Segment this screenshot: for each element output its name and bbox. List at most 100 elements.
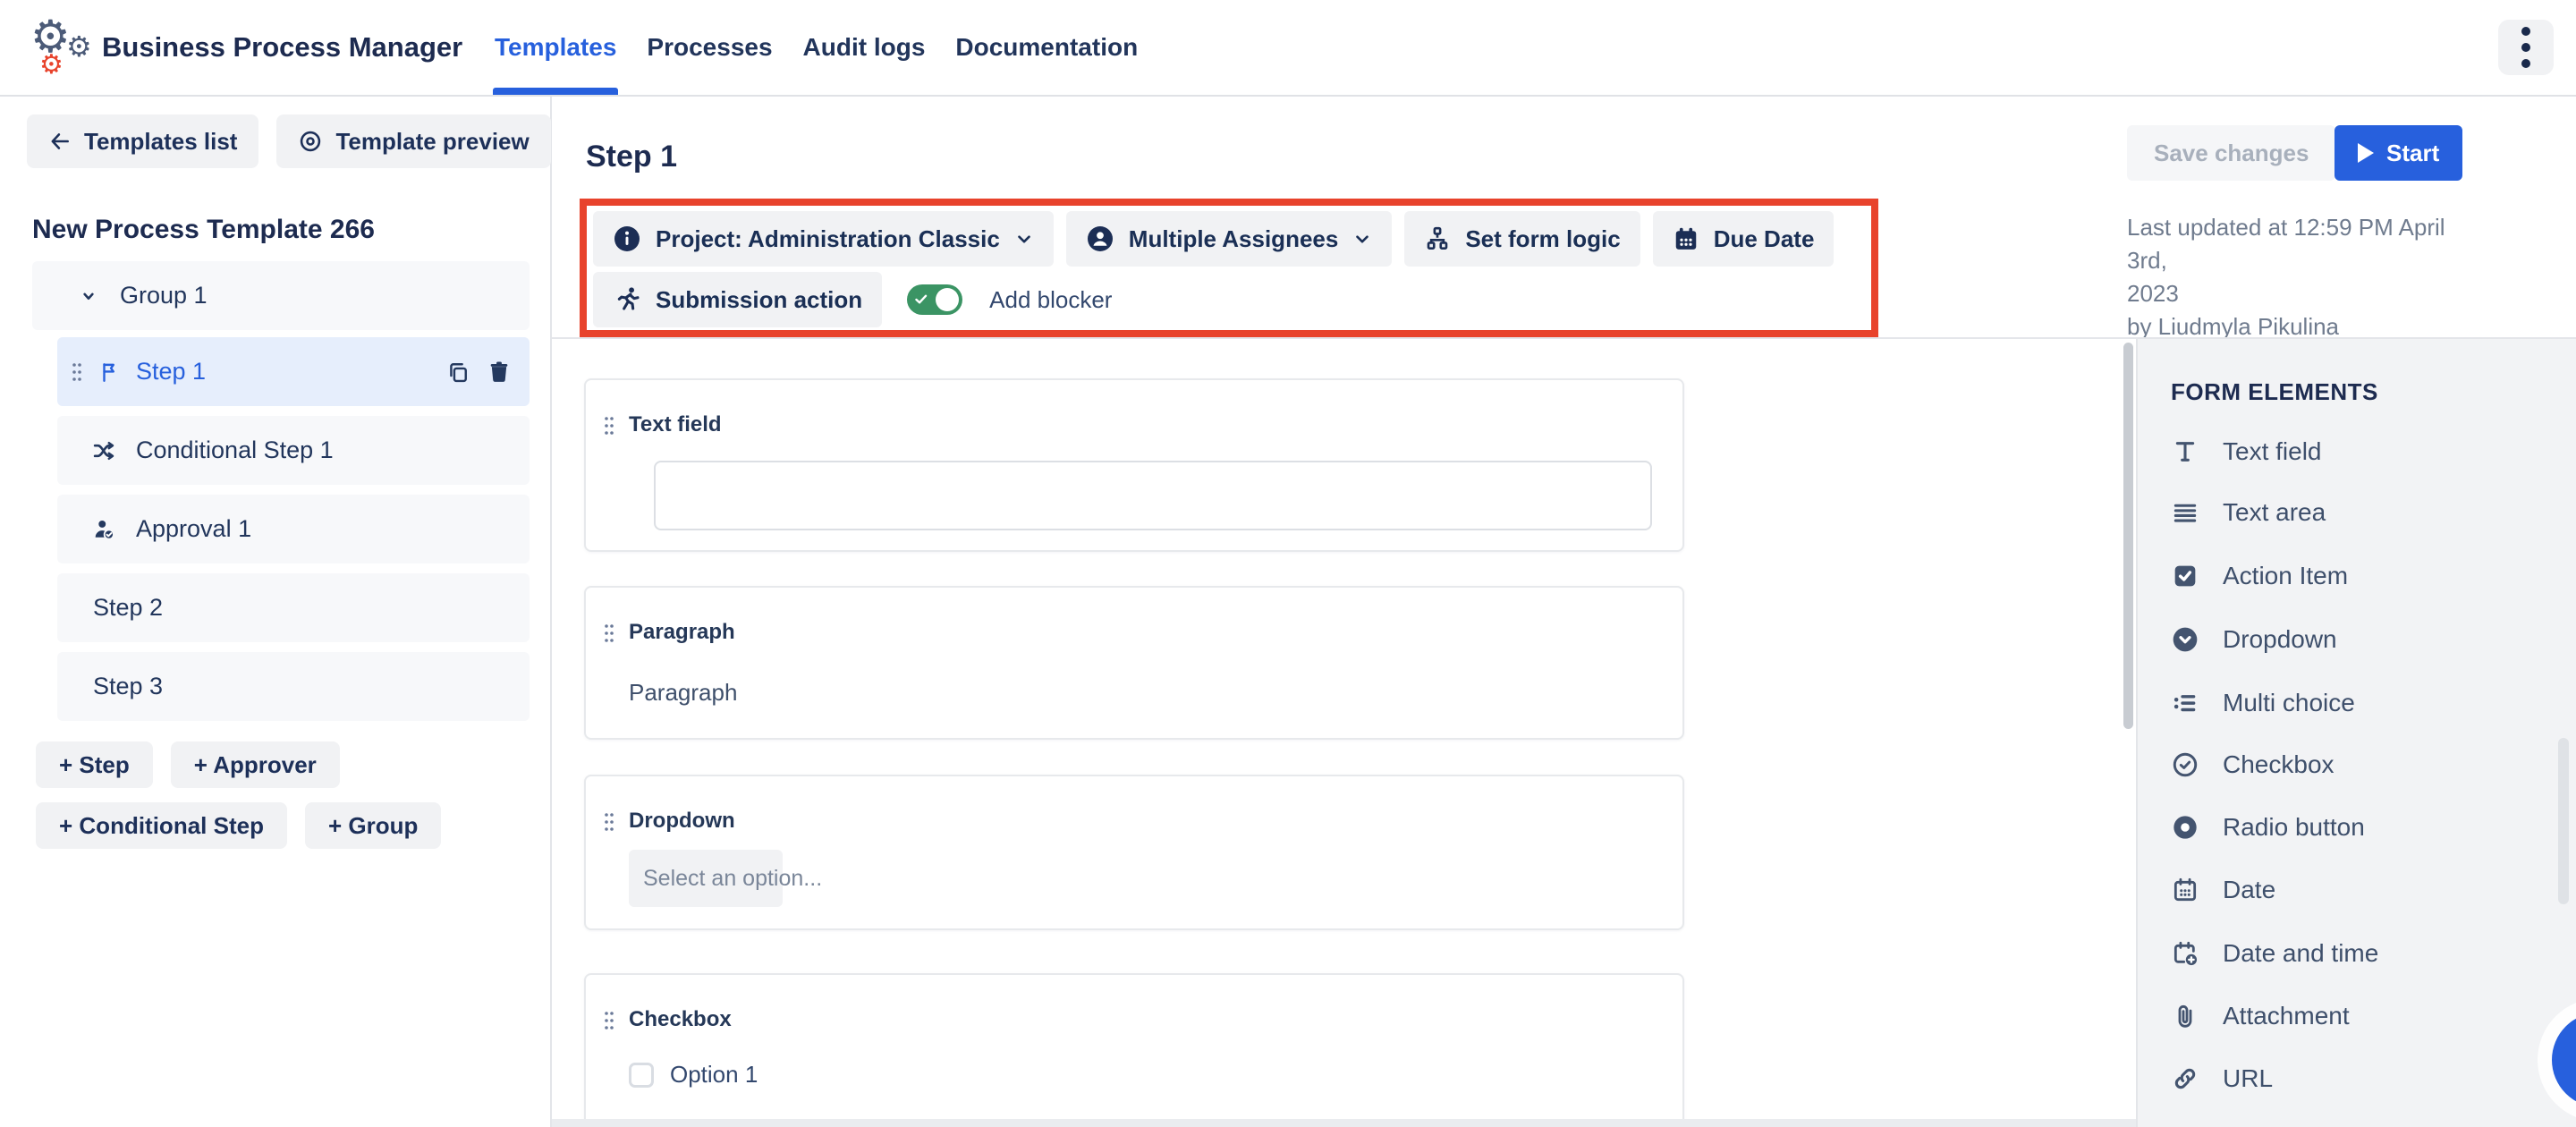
- form-elements-title: FORM ELEMENTS: [2171, 378, 2378, 406]
- main-scrollbar-thumb[interactable]: [2123, 343, 2133, 729]
- drag-handle-icon[interactable]: [602, 1009, 616, 1032]
- sitemap-icon: [1424, 225, 1451, 252]
- toolbar-divider: [552, 337, 2136, 339]
- add-approver-button[interactable]: + Approver: [171, 741, 340, 788]
- bottom-edge-strip: [552, 1119, 2136, 1127]
- tab-audit-logs[interactable]: Audit logs: [803, 0, 926, 95]
- drag-handle-icon[interactable]: [602, 622, 616, 645]
- runner-icon: [613, 285, 641, 314]
- palette-item-attachment[interactable]: Attachment: [2171, 997, 2350, 1035]
- tree-step2-row[interactable]: Step 2: [57, 573, 530, 642]
- checkbox-icon: [2171, 750, 2199, 779]
- palette-item-url[interactable]: URL: [2171, 1060, 2273, 1097]
- palette-item-radio-button[interactable]: Radio button: [2171, 809, 2365, 846]
- trash-icon[interactable]: [487, 360, 512, 385]
- multi-choice-icon: [2171, 689, 2199, 717]
- chevron-down-icon: [1014, 229, 1034, 249]
- calendar-icon: [1673, 225, 1699, 252]
- last-updated-text: Last updated at 12:59 PM April 3rd, 2023…: [2127, 211, 2460, 343]
- assignees-dropdown-button[interactable]: Multiple Assignees: [1066, 211, 1393, 267]
- tree-approval-label: Approval 1: [136, 515, 251, 543]
- save-changes-button[interactable]: Save changes: [2127, 125, 2335, 181]
- kebab-icon: [2521, 27, 2530, 36]
- shuffle-icon: [91, 438, 116, 463]
- form-card-paragraph: Paragraph Paragraph: [584, 586, 1684, 740]
- palette-item-action-item[interactable]: Action Item: [2171, 557, 2348, 595]
- approver-person-check-icon: [91, 517, 116, 542]
- add-group-button[interactable]: + Group: [305, 802, 441, 849]
- dropdown-icon: [2171, 625, 2199, 654]
- drag-handle-icon[interactable]: [70, 360, 84, 384]
- project-dropdown-button[interactable]: Project: Administration Classic: [593, 211, 1054, 267]
- app-window: ⚙ ⚙ ⚙ Business Process Manager Templates…: [0, 0, 2576, 1127]
- date-and-time-icon: [2171, 939, 2199, 968]
- panel-scrollbar-thumb[interactable]: [2558, 738, 2569, 904]
- templates-list-button[interactable]: Templates list: [27, 114, 258, 168]
- palette-item-date[interactable]: Date: [2171, 871, 2275, 909]
- form-card-checkbox: Checkbox Option 1: [584, 973, 1684, 1127]
- template-preview-button[interactable]: Template preview: [276, 114, 550, 168]
- tree-approval-row[interactable]: Approval 1: [57, 495, 530, 564]
- start-button-label: Start: [2386, 140, 2439, 167]
- step-editor-main: Step 1 Project: Administration Classic M…: [552, 97, 2136, 1127]
- template-title: New Process Template 266: [32, 215, 375, 245]
- palette-item-date-and-time[interactable]: Date and time: [2171, 935, 2378, 972]
- option-checkbox[interactable]: [629, 1063, 654, 1088]
- text-field-input[interactable]: [654, 461, 1652, 530]
- submission-action-button[interactable]: Submission action: [593, 272, 882, 327]
- set-form-logic-button[interactable]: Set form logic: [1404, 211, 1640, 267]
- submission-action-label: Submission action: [656, 286, 862, 314]
- assignees-dropdown-label: Multiple Assignees: [1129, 225, 1339, 253]
- start-button[interactable]: Start: [2334, 125, 2462, 181]
- palette-item-dropdown[interactable]: Dropdown: [2171, 621, 2337, 658]
- add-blocker-toggle[interactable]: [907, 284, 962, 315]
- tree-step3-row[interactable]: Step 3: [57, 652, 530, 721]
- copy-icon[interactable]: [445, 360, 470, 385]
- chevron-down-icon: [1352, 229, 1372, 249]
- paragraph-card-label: Paragraph: [629, 620, 735, 645]
- tree-group-label: Group 1: [120, 282, 208, 309]
- palette-item-text-area[interactable]: Text area: [2171, 494, 2326, 531]
- option-label: Option 1: [670, 1061, 758, 1089]
- tree-step1-label: Step 1: [136, 358, 206, 386]
- dropdown-select[interactable]: Select an option...: [629, 850, 783, 907]
- form-card-dropdown: Dropdown Select an option...: [584, 775, 1684, 930]
- tab-processes[interactable]: Processes: [647, 0, 772, 95]
- text-area-icon: [2171, 498, 2199, 527]
- due-date-button[interactable]: Due Date: [1653, 211, 1835, 267]
- paragraph-body-text: Paragraph: [629, 679, 737, 707]
- radio-button-icon: [2171, 813, 2199, 842]
- arrow-left-icon: [48, 130, 72, 153]
- more-options-button[interactable]: [2498, 20, 2554, 75]
- main-tabs: Templates Processes Audit logs Documenta…: [495, 0, 1138, 95]
- tree-step1-row[interactable]: Step 1: [57, 337, 530, 406]
- tab-documentation[interactable]: Documentation: [955, 0, 1138, 95]
- tree-conditional-step-label: Conditional Step 1: [136, 436, 334, 464]
- tab-templates[interactable]: Templates: [495, 0, 616, 95]
- palette-item-text-field[interactable]: Text field: [2171, 433, 2322, 470]
- due-date-label: Due Date: [1714, 225, 1815, 253]
- template-preview-label: Template preview: [335, 128, 529, 156]
- palette-item-multi-choice[interactable]: Multi choice: [2171, 684, 2355, 722]
- drag-handle-icon[interactable]: [602, 810, 616, 834]
- add-conditional-step-button[interactable]: + Conditional Step: [36, 802, 287, 849]
- text-field-card-label: Text field: [629, 412, 722, 437]
- templates-list-label: Templates list: [84, 128, 237, 156]
- tree-group-row[interactable]: Group 1: [32, 261, 530, 330]
- drag-handle-icon[interactable]: [602, 414, 616, 437]
- add-blocker-label: Add blocker: [989, 286, 1112, 314]
- chevron-down-icon: [77, 284, 100, 308]
- right-column: Save changes Start Last updated at 12:59…: [2136, 97, 2576, 1127]
- url-link-icon: [2171, 1064, 2199, 1093]
- info-icon: [613, 225, 641, 253]
- palette-item-checkbox[interactable]: Checkbox: [2171, 746, 2334, 784]
- palette-item-number[interactable]: [2171, 1123, 2223, 1127]
- text-field-icon: [2171, 437, 2199, 466]
- app-logo-gears-icon: ⚙ ⚙ ⚙: [30, 9, 100, 88]
- tree-conditional-step-row[interactable]: Conditional Step 1: [57, 416, 530, 485]
- add-step-button[interactable]: + Step: [36, 741, 153, 788]
- step-settings-toolbar-annotation: Project: Administration Classic Multiple…: [580, 199, 1878, 337]
- dropdown-placeholder: Select an option...: [643, 866, 822, 892]
- tree-step3-label: Step 3: [93, 673, 163, 700]
- form-elements-panel: FORM ELEMENTS Text field Text area Actio…: [2136, 337, 2576, 1127]
